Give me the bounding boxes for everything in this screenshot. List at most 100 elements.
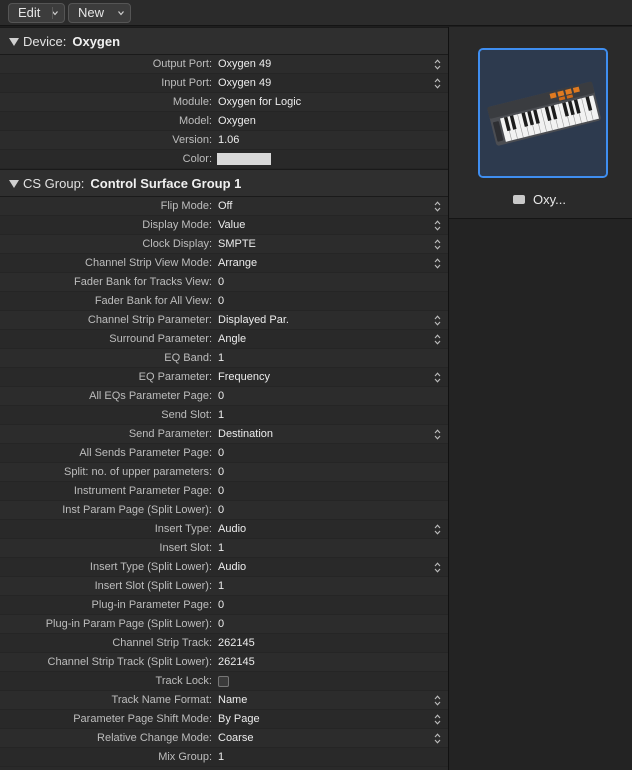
insert-type-label: Insert Type: (154, 523, 212, 535)
device-preview-panel: Oxy... (449, 27, 632, 770)
flip-mode-value[interactable]: Off (218, 200, 232, 212)
version-value: 1.06 (218, 134, 240, 146)
display-mode-value[interactable]: Value (218, 219, 245, 231)
row-insert-type-split-lower[interactable]: Insert Type (Split Lower): Audio (0, 558, 448, 577)
stepper-arrows-icon[interactable] (434, 258, 441, 269)
mix-group-value: 1 (218, 751, 225, 763)
insert-type-split-lower-value[interactable]: Audio (218, 561, 246, 573)
row-instrument-parameter-page[interactable]: Instrument Parameter Page: 0 (0, 482, 448, 501)
split-no-of-upper-parameters-label: Split: no. of upper parameters: (64, 466, 212, 478)
insert-type-value[interactable]: Audio (218, 523, 246, 535)
row-fader-bank-for-tracks-view[interactable]: Fader Bank for Tracks View: 0 (0, 273, 448, 292)
row-channel-strip-track-split-lower[interactable]: Channel Strip Track (Split Lower): 262145 (0, 653, 448, 672)
clock-display-label: Clock Display: (142, 238, 212, 250)
input-port-value[interactable]: Oxygen 49 (218, 77, 271, 89)
row-track-name-format[interactable]: Track Name Format: Name (0, 691, 448, 710)
device-caption: Oxy... (513, 192, 566, 208)
insert-slot-split-lower-label: Insert Slot (Split Lower): (94, 580, 212, 592)
new-menu-button[interactable]: New (68, 3, 131, 23)
row-display-mode[interactable]: Display Mode: Value (0, 216, 448, 235)
row-flip-mode[interactable]: Flip Mode: Off (0, 197, 448, 216)
stepper-arrows-icon[interactable] (434, 733, 441, 744)
row-eq-parameter[interactable]: EQ Parameter: Frequency (0, 368, 448, 387)
disclosure-triangle-icon[interactable] (9, 180, 19, 188)
parameter-page-shift-mode-value[interactable]: By Page (218, 713, 260, 725)
row-color[interactable]: Color: (0, 150, 448, 169)
row-insert-slot-split-lower[interactable]: Insert Slot (Split Lower): 1 (0, 577, 448, 596)
stepper-arrows-icon[interactable] (434, 239, 441, 250)
inspector-panel: Device: Oxygen Output Port: Oxygen 49 Input… (0, 27, 448, 770)
row-output-port[interactable]: Output Port: Oxygen 49 (0, 55, 448, 74)
surround-parameter-value[interactable]: Angle (218, 333, 246, 345)
row-insert-slot[interactable]: Insert Slot: 1 (0, 539, 448, 558)
stepper-arrows-icon[interactable] (434, 201, 441, 212)
row-channel-strip-view-mode[interactable]: Channel Strip View Mode: Arrange (0, 254, 448, 273)
channel-strip-parameter-value[interactable]: Displayed Par. (218, 314, 289, 326)
row-inst-param-page-split-lower[interactable]: Inst Param Page (Split Lower): 0 (0, 501, 448, 520)
row-split-no-of-upper-parameters[interactable]: Split: no. of upper parameters: 0 (0, 463, 448, 482)
row-channel-strip-parameter[interactable]: Channel Strip Parameter: Displayed Par. (0, 311, 448, 330)
row-version[interactable]: Version: 1.06 (0, 131, 448, 150)
eq-parameter-label: EQ Parameter: (138, 371, 212, 383)
stepper-arrows-icon[interactable] (434, 695, 441, 706)
device-section-header[interactable]: Device: Oxygen (0, 27, 448, 55)
stepper-arrows-icon[interactable] (434, 59, 441, 70)
plug-in-parameter-page-value: 0 (218, 599, 225, 611)
color-swatch[interactable] (217, 153, 271, 165)
stepper-arrows-icon[interactable] (434, 524, 441, 535)
row-fader-bank-for-all-view[interactable]: Fader Bank for All View: 0 (0, 292, 448, 311)
all-sends-parameter-page-value: 0 (218, 447, 225, 459)
row-clock-display[interactable]: Clock Display: SMPTE (0, 235, 448, 254)
row-channel-strip-track[interactable]: Channel Strip Track: 262145 (0, 634, 448, 653)
eq-parameter-value[interactable]: Frequency (218, 371, 270, 383)
row-all-sends-parameter-page[interactable]: All Sends Parameter Page: 0 (0, 444, 448, 463)
row-send-parameter[interactable]: Send Parameter: Destination (0, 425, 448, 444)
plug-in-parameter-page-label: Plug-in Parameter Page: (91, 599, 212, 611)
stepper-arrows-icon[interactable] (434, 562, 441, 573)
row-module[interactable]: Module: Oxygen for Logic (0, 93, 448, 112)
cs-group-section-header[interactable]: CS Group: Control Surface Group 1 (0, 169, 448, 197)
track-lock-checkbox[interactable] (218, 676, 229, 687)
edit-menu-button[interactable]: Edit (8, 3, 65, 23)
version-label: Version: (172, 134, 212, 146)
row-track-lock[interactable]: Track Lock: (0, 672, 448, 691)
disclosure-triangle-icon[interactable] (9, 38, 19, 46)
row-model[interactable]: Model: Oxygen (0, 112, 448, 131)
insert-slot-label: Insert Slot: (159, 542, 212, 554)
stepper-arrows-icon[interactable] (434, 220, 441, 231)
relative-change-mode-value[interactable]: Coarse (218, 732, 253, 744)
device-name: Oxygen (72, 34, 121, 49)
toolbar: Edit New (0, 0, 632, 26)
row-surround-parameter[interactable]: Surround Parameter: Angle (0, 330, 448, 349)
send-parameter-value[interactable]: Destination (218, 428, 273, 440)
input-port-label: Input Port: (161, 77, 212, 89)
row-plug-in-param-page-split-lower[interactable]: Plug-in Param Page (Split Lower): 0 (0, 615, 448, 634)
row-all-eqs-parameter-page[interactable]: All EQs Parameter Page: 0 (0, 387, 448, 406)
chevron-down-icon (52, 11, 58, 16)
row-mix-group[interactable]: Mix Group: 1 (0, 748, 448, 767)
stepper-arrows-icon[interactable] (434, 714, 441, 725)
row-send-slot[interactable]: Send Slot: 1 (0, 406, 448, 425)
stepper-arrows-icon[interactable] (434, 315, 441, 326)
row-parameter-page-shift-mode[interactable]: Parameter Page Shift Mode: By Page (0, 710, 448, 729)
track-name-format-value[interactable]: Name (218, 694, 247, 706)
channel-strip-view-mode-value[interactable]: Arrange (218, 257, 257, 269)
channel-strip-parameter-label: Channel Strip Parameter: (87, 314, 212, 326)
fader-bank-for-all-view-label: Fader Bank for All View: (94, 295, 212, 307)
row-insert-type[interactable]: Insert Type: Audio (0, 520, 448, 539)
stepper-arrows-icon[interactable] (434, 78, 441, 89)
output-port-value[interactable]: Oxygen 49 (218, 58, 271, 70)
stepper-arrows-icon[interactable] (434, 334, 441, 345)
all-sends-parameter-page-label: All Sends Parameter Page: (79, 447, 212, 459)
stepper-arrows-icon[interactable] (434, 429, 441, 440)
row-plug-in-parameter-page[interactable]: Plug-in Parameter Page: 0 (0, 596, 448, 615)
row-eq-band[interactable]: EQ Band: 1 (0, 349, 448, 368)
device-thumbnail[interactable] (478, 48, 608, 178)
channel-strip-track-label: Channel Strip Track: (112, 637, 212, 649)
instrument-parameter-page-label: Instrument Parameter Page: (73, 485, 212, 497)
row-relative-change-mode[interactable]: Relative Change Mode: Coarse (0, 729, 448, 748)
split-no-of-upper-parameters-value: 0 (218, 466, 225, 478)
clock-display-value[interactable]: SMPTE (218, 238, 256, 250)
stepper-arrows-icon[interactable] (434, 372, 441, 383)
row-input-port[interactable]: Input Port: Oxygen 49 (0, 74, 448, 93)
